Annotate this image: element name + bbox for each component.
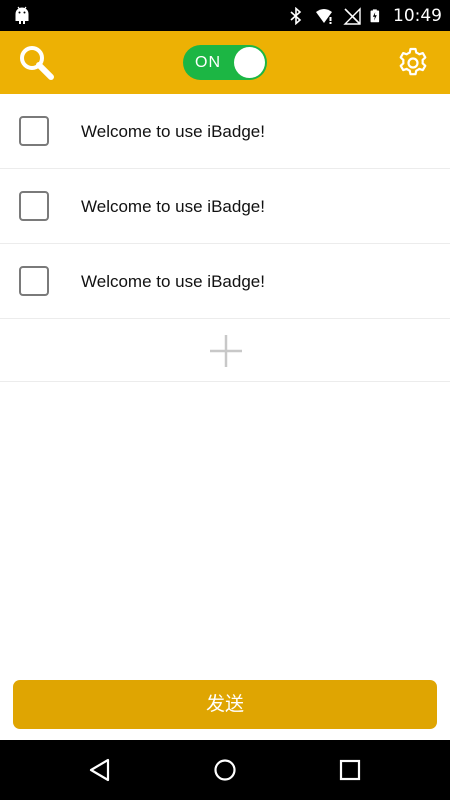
plus-icon[interactable] [208, 333, 244, 369]
app-bar: ON [0, 31, 450, 94]
item-checkbox[interactable] [19, 266, 49, 296]
bluetooth-icon [290, 6, 302, 25]
search-icon[interactable] [18, 44, 56, 82]
send-button[interactable]: 发送 [13, 680, 437, 729]
status-icons: 10:49 [287, 0, 442, 31]
message-list: Welcome to use iBadge! Welcome to use iB… [0, 94, 450, 382]
list-item: Welcome to use iBadge! [0, 169, 450, 244]
home-icon[interactable] [211, 756, 239, 784]
navigation-bar [0, 740, 450, 800]
item-checkbox[interactable] [19, 116, 49, 146]
android-icon [15, 6, 29, 24]
status-bar: 10:49 [0, 0, 450, 31]
status-time: 10:49 [393, 5, 442, 26]
item-text[interactable]: Welcome to use iBadge! [81, 169, 265, 244]
back-icon[interactable] [86, 756, 114, 784]
item-text[interactable]: Welcome to use iBadge! [81, 244, 265, 319]
no-signal-icon [343, 6, 361, 25]
list-item: Welcome to use iBadge! [0, 244, 450, 319]
toggle-label: ON [195, 54, 221, 71]
recent-apps-icon[interactable] [336, 756, 364, 784]
power-toggle[interactable]: ON [183, 45, 267, 80]
list-item: Welcome to use iBadge! [0, 94, 450, 169]
wifi-icon [316, 8, 332, 24]
gear-icon[interactable] [397, 47, 429, 79]
add-row [0, 319, 450, 382]
toggle-knob [234, 47, 265, 78]
item-checkbox[interactable] [19, 191, 49, 221]
battery-charging-icon [370, 8, 380, 22]
item-text[interactable]: Welcome to use iBadge! [81, 94, 265, 169]
